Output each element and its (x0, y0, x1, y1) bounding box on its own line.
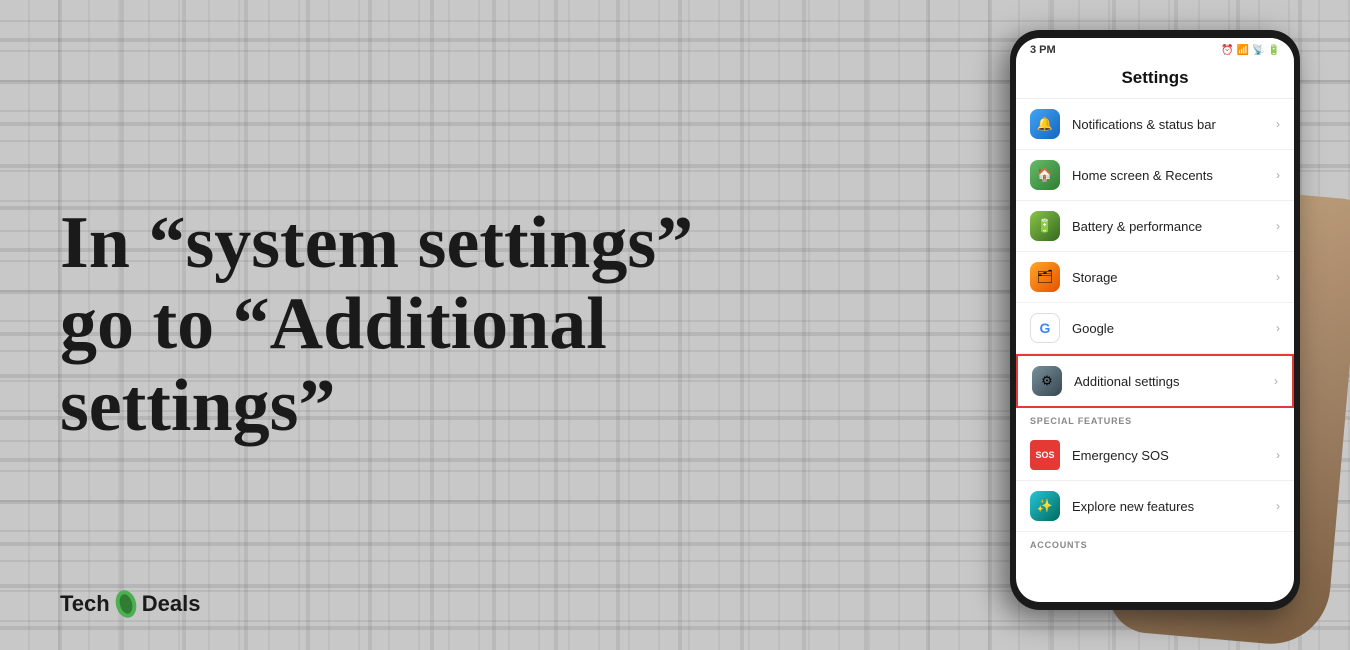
main-heading: In “system settings” go to “Additional s… (60, 203, 740, 447)
settings-item-sos[interactable]: SOS Emergency SOS › (1016, 430, 1294, 481)
special-features-label: SPECIAL FEATURES (1016, 408, 1294, 430)
sos-icon: SOS (1030, 440, 1060, 470)
brand-logo: Tech Deals (60, 588, 200, 620)
settings-item-homescreen[interactable]: 🏠 Home screen & Recents › (1016, 150, 1294, 201)
phone-screen: 3 PM ⏰ 📶 📡 🔋 Settings 🔔 (1016, 38, 1294, 602)
google-icon: G (1030, 313, 1060, 343)
settings-item-additional[interactable]: ⚙ Additional settings › (1016, 354, 1294, 408)
settings-header: Settings (1016, 60, 1294, 99)
brand-leaf-icon (112, 588, 140, 620)
phone-frame: 3 PM ⏰ 📶 📡 🔋 Settings 🔔 (1010, 30, 1300, 610)
accounts-label: ACCOUNTS (1016, 532, 1294, 554)
homescreen-icon: 🏠 (1030, 160, 1060, 190)
status-bar: 3 PM ⏰ 📶 📡 🔋 (1016, 38, 1294, 60)
battery-arrow: › (1276, 219, 1280, 233)
status-time: 3 PM (1030, 44, 1056, 56)
brand-tech: Tech (60, 591, 110, 617)
additional-icon: ⚙ (1032, 366, 1062, 396)
settings-item-notifications[interactable]: 🔔 Notifications & status bar › (1016, 99, 1294, 150)
additional-arrow: › (1274, 374, 1278, 388)
explore-label: Explore new features (1072, 499, 1276, 514)
alarm-icon: ⏰ (1221, 45, 1233, 56)
notifications-arrow: › (1276, 117, 1280, 131)
settings-item-storage[interactable]: 🗂 Storage › (1016, 252, 1294, 303)
settings-list: 🔔 Notifications & status bar › 🏠 Home sc… (1016, 99, 1294, 408)
wifi-icon: 📶 (1237, 45, 1249, 56)
special-features-list: SOS Emergency SOS › ✨ Explore new featur… (1016, 430, 1294, 532)
notifications-label: Notifications & status bar (1072, 117, 1276, 132)
settings-item-battery[interactable]: 🔋 Battery & performance › (1016, 201, 1294, 252)
sos-arrow: › (1276, 448, 1280, 462)
battery-icon: 🔋 (1268, 45, 1280, 56)
signal-icon: 📡 (1252, 45, 1264, 56)
brand-deals: Deals (142, 591, 201, 617)
homescreen-arrow: › (1276, 168, 1280, 182)
additional-label: Additional settings (1074, 374, 1274, 389)
explore-icon: ✨ (1030, 491, 1060, 521)
phone-mockup: 3 PM ⏰ 📶 📡 🔋 Settings 🔔 (990, 10, 1330, 630)
explore-arrow: › (1276, 499, 1280, 513)
storage-arrow: › (1276, 270, 1280, 284)
notifications-icon: 🔔 (1030, 109, 1060, 139)
battery-icon-item: 🔋 (1030, 211, 1060, 241)
battery-label: Battery & performance (1072, 219, 1276, 234)
google-arrow: › (1276, 321, 1280, 335)
storage-icon: 🗂 (1030, 262, 1060, 292)
google-label: Google (1072, 321, 1276, 336)
settings-item-explore[interactable]: ✨ Explore new features › (1016, 481, 1294, 532)
settings-item-google[interactable]: G Google › (1016, 303, 1294, 354)
storage-label: Storage (1072, 270, 1276, 285)
homescreen-label: Home screen & Recents (1072, 168, 1276, 183)
status-icons: ⏰ 📶 📡 🔋 (1221, 45, 1280, 56)
left-content: In “system settings” go to “Additional s… (60, 203, 740, 447)
sos-label: Emergency SOS (1072, 448, 1276, 463)
settings-title: Settings (1030, 68, 1280, 88)
